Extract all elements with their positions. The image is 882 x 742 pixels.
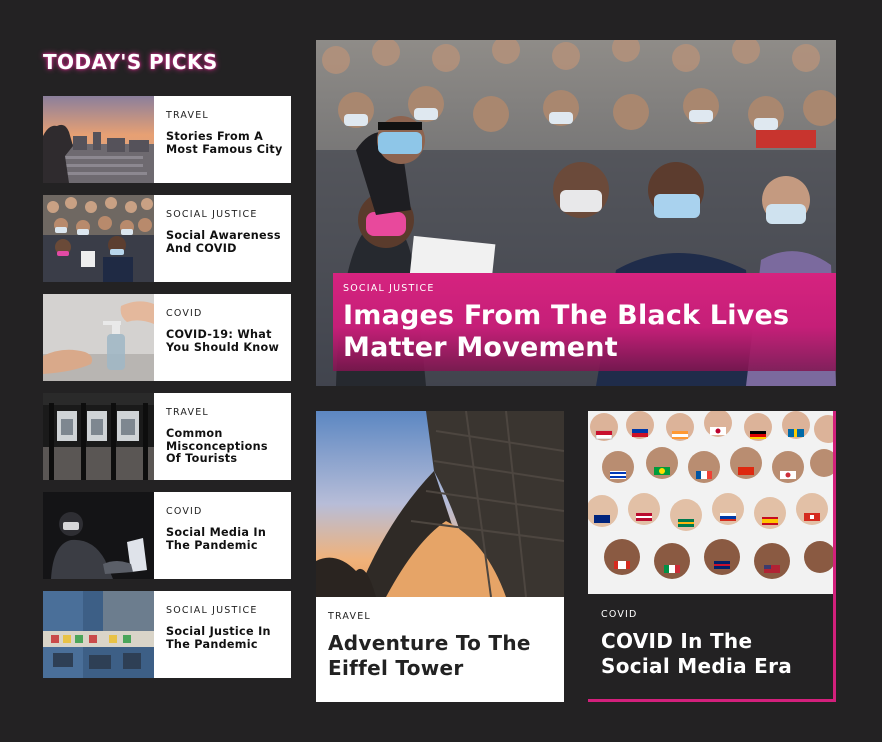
- pick-title[interactable]: Common Misconceptions Of Tourists: [166, 427, 283, 466]
- pick-category: TRAVEL: [166, 110, 209, 121]
- pick-item-3[interactable]: COVID COVID-19: What You Should Know: [43, 294, 291, 381]
- pick-thumbnail-1: [43, 96, 154, 183]
- pick-thumbnail-4: [43, 393, 154, 480]
- pick-thumbnail-2: [43, 195, 154, 282]
- pick-thumbnail-3: [43, 294, 154, 381]
- section-title: TODAY'S PICKS: [43, 50, 218, 74]
- pick-category: COVID: [166, 308, 203, 319]
- card-title[interactable]: Adventure To The Eiffel Tower: [328, 631, 552, 681]
- card-covid-social-media[interactable]: COVID COVID In The Social Media Era: [588, 411, 836, 702]
- card-eiffel-tower[interactable]: TRAVEL Adventure To The Eiffel Tower: [316, 411, 564, 702]
- pick-category: COVID: [166, 506, 203, 517]
- pick-category: SOCIAL JUSTICE: [166, 605, 258, 616]
- pick-thumbnail-5: [43, 492, 154, 579]
- hero-category: SOCIAL JUSTICE: [343, 283, 435, 294]
- hero-feature[interactable]: SOCIAL JUSTICE Images From The Black Liv…: [316, 40, 836, 386]
- pick-item-4[interactable]: TRAVEL Common Misconceptions Of Tourists: [43, 393, 291, 480]
- hero-title[interactable]: Images From The Black Lives Matter Movem…: [343, 300, 824, 364]
- pick-title[interactable]: COVID-19: What You Should Know: [166, 328, 283, 354]
- pick-item-1[interactable]: TRAVEL Stories From A Most Famous City: [43, 96, 291, 183]
- pick-item-5[interactable]: COVID Social Media In The Pandemic: [43, 492, 291, 579]
- pick-thumbnail-6: [43, 591, 154, 678]
- hero-caption: SOCIAL JUSTICE Images From The Black Liv…: [333, 273, 836, 371]
- card-title[interactable]: COVID In The Social Media Era: [601, 629, 821, 679]
- pick-item-6[interactable]: SOCIAL JUSTICE Social Justice In The Pan…: [43, 591, 291, 678]
- pick-category: TRAVEL: [166, 407, 209, 418]
- card-image-eiffel: [316, 411, 564, 597]
- card-image-covid: [588, 411, 833, 594]
- card-category: COVID: [601, 609, 638, 620]
- pick-title[interactable]: Social Justice In The Pandemic: [166, 625, 283, 651]
- pick-title[interactable]: Stories From A Most Famous City: [166, 130, 283, 156]
- pick-category: SOCIAL JUSTICE: [166, 209, 258, 220]
- card-category: TRAVEL: [328, 611, 371, 622]
- pick-title[interactable]: Social Media In The Pandemic: [166, 526, 283, 552]
- pick-title[interactable]: Social Awareness And COVID: [166, 229, 283, 255]
- pick-item-2[interactable]: SOCIAL JUSTICE Social Awareness And COVI…: [43, 195, 291, 282]
